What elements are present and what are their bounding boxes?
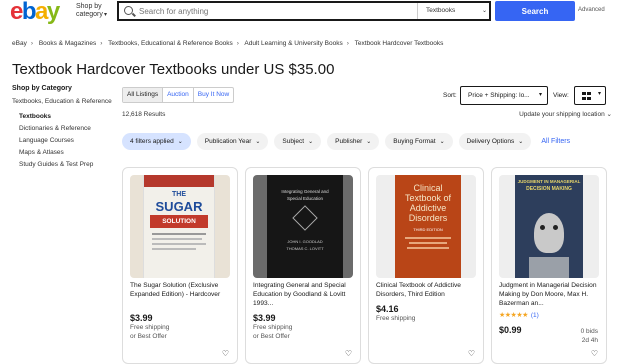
grid-icon xyxy=(582,92,591,100)
cover-text: THOMAS C. LOVITT xyxy=(286,246,324,251)
heart-icon[interactable]: ♡ xyxy=(466,348,477,359)
sidebar-item-study-guides[interactable]: Study Guides & Test Prep xyxy=(12,159,112,171)
sidebar: Shop by Category Textbooks, Education & … xyxy=(12,85,112,171)
breadcrumb-item: Textbook Hardcover Textbooks xyxy=(354,40,444,47)
product-image[interactable]: Integrating General and Special Educatio… xyxy=(253,175,353,278)
product-card[interactable]: THE SUGAR SOLUTION The Sugar Solution (E… xyxy=(122,167,238,364)
chevron-down-icon: ▾ xyxy=(538,92,542,98)
shipping-info: Free shipping xyxy=(253,324,293,331)
sidebar-item-dictionaries[interactable]: Dictionaries & Reference xyxy=(12,123,112,135)
chevron-down-icon: ⌄ xyxy=(255,139,261,145)
sidebar-item-maps-atlases[interactable]: Maps & Atlases xyxy=(12,147,112,159)
publisher-filter[interactable]: Publisher ⌄ xyxy=(327,133,380,150)
sidebar-item-language-courses[interactable]: Language Courses xyxy=(12,135,112,147)
product-title[interactable]: Judgment in Managerial Decision Making b… xyxy=(499,281,601,308)
search-input[interactable] xyxy=(139,4,409,18)
chevron-down-icon: ▾ xyxy=(104,12,108,18)
star-icon: ★★★★★ xyxy=(499,312,528,319)
page-title: Textbook Hardcover Textbooks under US $3… xyxy=(12,61,335,78)
best-offer-info: or Best Offer xyxy=(253,333,290,340)
tab-auction[interactable]: Auction xyxy=(163,88,194,102)
tab-buy-it-now[interactable]: Buy It Now xyxy=(194,88,233,102)
product-title[interactable]: The Sugar Solution (Exclusive Expanded E… xyxy=(130,281,232,299)
subject-filter[interactable]: Subject ⌄ xyxy=(274,133,322,150)
breadcrumb: eBay › Books & Magazines › Textbooks, Educ… xyxy=(12,40,444,47)
buying-format-filter[interactable]: Buying Format ⌄ xyxy=(385,133,453,150)
product-price: $4.16 xyxy=(376,304,399,314)
advanced-search-link[interactable]: Advanced xyxy=(578,7,605,13)
cover-text: Disorders xyxy=(408,213,448,223)
all-filters-link[interactable]: All Filters xyxy=(541,133,570,150)
cover-text: JUDGMENT IN MANAGERIAL xyxy=(517,179,581,184)
sort-select[interactable]: Price + Shipping: lo... ▾ xyxy=(460,86,548,105)
breadcrumb-item[interactable]: Textbooks, Educational & Reference Books xyxy=(108,40,233,47)
rating-stars[interactable]: ★★★★★ (1) xyxy=(499,311,539,319)
chevron-down-icon: ⌄ xyxy=(177,139,183,145)
sidebar-parent-category[interactable]: Textbooks, Education & Reference xyxy=(12,97,112,106)
chevron-down-icon: ⌄ xyxy=(606,111,612,118)
time-left: 2d 4h xyxy=(581,337,598,344)
cover-text: Clinical xyxy=(413,183,443,193)
update-shipping-link[interactable]: Update your shipping location ⌄ xyxy=(519,110,612,118)
breadcrumb-item[interactable]: Books & Magazines xyxy=(39,40,96,47)
cover-text: THIRD EDITION xyxy=(413,227,443,232)
sort-label: Sort: xyxy=(443,92,457,99)
shipping-info: Free shipping xyxy=(130,324,170,331)
tab-all-listings[interactable]: All Listings xyxy=(123,88,164,102)
view-label: View: xyxy=(553,92,569,99)
publication-year-filter[interactable]: Publication Year ⌄ xyxy=(196,133,269,150)
cover-text: Addictive xyxy=(409,203,447,213)
bids-count: 0 bids xyxy=(580,328,598,335)
product-title[interactable]: Clinical Textbook of Addictive Disorders… xyxy=(376,281,478,299)
heart-icon[interactable]: ♡ xyxy=(220,348,231,359)
category-select[interactable]: Textbooks ⌄ xyxy=(417,3,491,19)
product-price: $3.99 xyxy=(130,313,153,323)
best-offer-info: or Best Offer xyxy=(130,333,167,340)
shop-by-category-button[interactable]: Shop by category ▾ xyxy=(76,3,107,19)
product-price: $3.99 xyxy=(253,313,276,323)
cover-text: JOHN I. GOODLAD xyxy=(287,239,323,244)
rating-count[interactable]: (1) xyxy=(531,312,539,319)
chevron-down-icon: ⌄ xyxy=(518,139,524,145)
product-title[interactable]: Integrating General and Special Educatio… xyxy=(253,281,355,308)
heart-icon[interactable]: ♡ xyxy=(589,348,600,359)
product-image[interactable]: JUDGMENT IN MANAGERIAL DECISION MAKING xyxy=(499,175,599,278)
sidebar-title: Shop by Category xyxy=(12,85,72,92)
chevron-down-icon: ⌄ xyxy=(481,8,487,14)
cover-text: Integrating General and xyxy=(281,189,329,194)
delivery-options-filter[interactable]: Delivery Options ⌄ xyxy=(458,133,532,150)
product-image[interactable]: Clinical Textbook of Addictive Disorders… xyxy=(376,175,476,278)
header: ebay Shop by category ▾ Textbooks ⌄ Sear… xyxy=(0,0,624,24)
cover-text: THE xyxy=(172,191,186,198)
search-icon xyxy=(124,6,133,15)
results-count: 12,618 Results xyxy=(122,111,166,118)
heart-icon[interactable]: ♡ xyxy=(343,348,354,359)
sidebar-item-textbooks[interactable]: Textbooks xyxy=(12,111,112,123)
ebay-logo[interactable]: ebay xyxy=(10,0,60,24)
chevron-down-icon: ⌄ xyxy=(366,139,372,145)
view-select[interactable]: ▾ xyxy=(574,86,606,105)
search-bar: Textbooks ⌄ xyxy=(117,1,491,21)
product-card[interactable]: Integrating General and Special Educatio… xyxy=(245,167,361,364)
breadcrumb-item[interactable]: eBay xyxy=(12,40,27,47)
breadcrumb-item[interactable]: Adult Learning & University Books xyxy=(244,40,342,47)
filter-chips: 4 filters applied ⌄ Publication Year ⌄ Sub… xyxy=(122,133,570,150)
chevron-down-icon: ⌄ xyxy=(439,139,445,145)
cover-text: DECISION MAKING xyxy=(526,186,572,192)
filters-applied-chip[interactable]: 4 filters applied ⌄ xyxy=(122,133,191,150)
product-price: $0.99 xyxy=(499,325,522,335)
listing-type-tabs: All Listings Auction Buy It Now xyxy=(122,87,235,103)
product-card[interactable]: Clinical Textbook of Addictive Disorders… xyxy=(368,167,484,364)
cover-text: SUGAR xyxy=(155,199,203,214)
cover-text: SOLUTION xyxy=(150,215,208,228)
product-card[interactable]: JUDGMENT IN MANAGERIAL DECISION MAKING J… xyxy=(491,167,607,364)
search-button[interactable]: Search xyxy=(495,1,575,21)
product-image[interactable]: THE SUGAR SOLUTION xyxy=(130,175,230,278)
cover-text: Special Education xyxy=(286,196,324,201)
chevron-down-icon: ▾ xyxy=(597,91,601,97)
shipping-info: Free shipping xyxy=(376,315,416,322)
chevron-down-icon: ⌄ xyxy=(308,139,314,145)
cover-text: Textbook of xyxy=(404,193,452,203)
